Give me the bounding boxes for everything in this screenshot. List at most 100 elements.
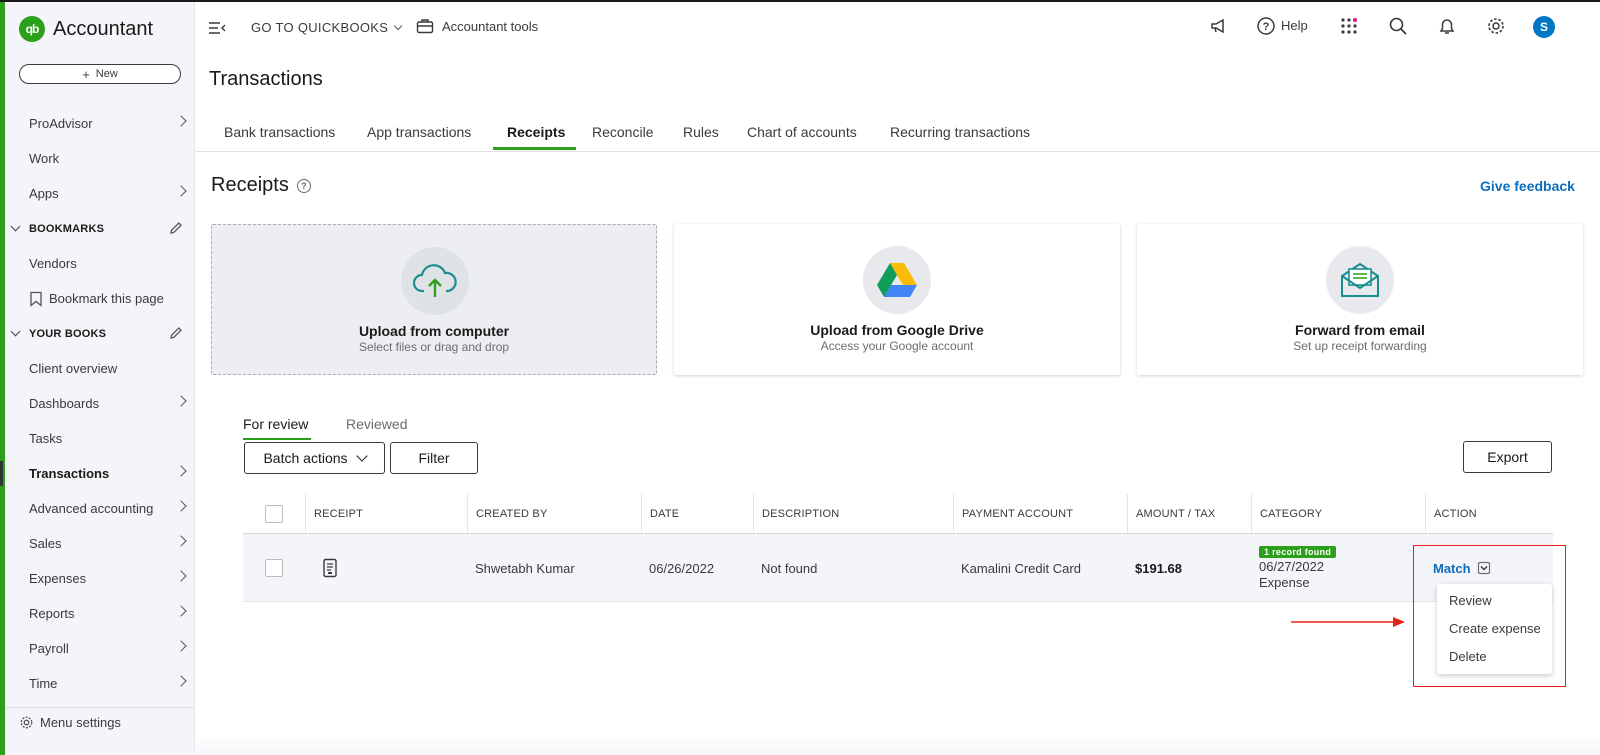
- chevron-right-icon: [175, 115, 187, 127]
- tab-for-review[interactable]: For review: [243, 416, 308, 432]
- give-feedback-link[interactable]: Give feedback: [1480, 178, 1575, 194]
- tab-bank-transactions[interactable]: Bank transactions: [224, 124, 335, 140]
- chevron-right-icon: [175, 465, 187, 477]
- receipts-title: Receipts ?: [211, 174, 311, 197]
- sidebar-item-vendors[interactable]: Vendors: [5, 246, 195, 281]
- bell-icon[interactable]: [1437, 16, 1457, 36]
- row-checkbox[interactable]: [265, 559, 283, 577]
- column-header-payment-account[interactable]: PAYMENT ACCOUNT: [953, 494, 1127, 534]
- your-books-section-header[interactable]: YOUR BOOKS: [5, 316, 195, 351]
- sidebar-item-work[interactable]: Work: [5, 141, 195, 176]
- select-all-checkbox[interactable]: [265, 505, 283, 523]
- chevron-down-icon: [10, 221, 21, 232]
- active-tab-indicator: [493, 147, 576, 150]
- date-cell: 06/26/2022: [649, 560, 715, 576]
- header-select-cell: [243, 494, 305, 534]
- sidebar-item-client-overview[interactable]: Client overview: [5, 351, 195, 386]
- table-row[interactable]: Shwetabh Kumar 06/26/2022 Not found Kama…: [243, 534, 1553, 602]
- sidebar-divider: [5, 707, 195, 708]
- chevron-right-icon: [175, 500, 187, 512]
- sidebar-item-sales[interactable]: Sales: [5, 526, 195, 561]
- sidebar-item-proadvisor[interactable]: ProAdvisor: [5, 106, 195, 141]
- sidebar-item-expenses[interactable]: Expenses: [5, 561, 195, 596]
- user-avatar[interactable]: S: [1533, 16, 1555, 38]
- tab-reviewed[interactable]: Reviewed: [346, 416, 407, 432]
- active-review-tab-indicator: [243, 438, 311, 440]
- sidebar: qb Accountant + New ProAdvisor Work Apps…: [0, 2, 195, 755]
- bookmark-this-page[interactable]: Bookmark this page: [5, 281, 195, 316]
- edit-pencil-icon[interactable]: [169, 221, 183, 235]
- tab-app-transactions[interactable]: App transactions: [367, 124, 471, 140]
- column-header-created-by[interactable]: CREATED BY: [467, 494, 641, 534]
- gear-icon: [20, 716, 33, 729]
- receipt-thumbnail-icon[interactable]: [322, 558, 338, 578]
- megaphone-icon[interactable]: [1209, 16, 1229, 36]
- collapse-menu-icon[interactable]: [208, 20, 228, 36]
- help-label[interactable]: Help: [1281, 18, 1308, 33]
- new-button-label: New: [95, 68, 118, 80]
- section-label: YOUR BOOKS: [29, 327, 107, 340]
- sidebar-item-payroll[interactable]: Payroll: [5, 631, 195, 666]
- card-title: Forward from email: [1295, 322, 1425, 338]
- sidebar-item-reports[interactable]: Reports: [5, 596, 195, 631]
- column-header-receipt[interactable]: RECEIPT: [305, 494, 467, 534]
- sidebar-item-apps[interactable]: Apps: [5, 176, 195, 211]
- receipts-table: RECEIPT CREATED BY DATE DESCRIPTION PAYM…: [243, 494, 1553, 602]
- description-cell: Not found: [761, 560, 818, 576]
- payment-account-cell: Kamalini Credit Card: [961, 560, 1081, 576]
- gear-icon[interactable]: [1486, 16, 1506, 36]
- sidebar-item-label: Time: [29, 676, 58, 691]
- filter-label: Filter: [418, 450, 450, 466]
- page-bottom-fade: [196, 735, 1600, 755]
- menu-settings-button[interactable]: Menu settings: [19, 715, 121, 730]
- sidebar-item-label: Reports: [29, 606, 75, 621]
- sidebar-item-advanced-accounting[interactable]: Advanced accounting: [5, 491, 195, 526]
- chevron-down-icon: [355, 449, 368, 462]
- apps-grid-icon[interactable]: [1339, 16, 1359, 36]
- annotation-arrow-icon: [1291, 617, 1405, 627]
- sidebar-item-transactions[interactable]: Transactions: [0, 456, 195, 491]
- tab-chart-of-accounts[interactable]: Chart of accounts: [747, 124, 857, 140]
- forward-from-email-card[interactable]: Forward from email Set up receipt forwar…: [1137, 224, 1583, 375]
- bookmarks-section-header[interactable]: BOOKMARKS: [5, 211, 195, 246]
- brand[interactable]: qb Accountant: [19, 16, 153, 42]
- column-header-category[interactable]: CATEGORY: [1251, 494, 1425, 534]
- batch-actions-dropdown[interactable]: Batch actions: [244, 442, 385, 474]
- card-title: Upload from Google Drive: [810, 322, 984, 338]
- brand-name: Accountant: [53, 17, 154, 40]
- google-drive-icon: [863, 246, 931, 314]
- new-button[interactable]: + New: [19, 64, 181, 84]
- sidebar-nav: ProAdvisor Work Apps BOOKMARKS Vendors B…: [0, 106, 195, 701]
- tab-receipts[interactable]: Receipts: [507, 124, 565, 140]
- sidebar-item-dashboards[interactable]: Dashboards: [5, 386, 195, 421]
- email-receipt-icon: [1326, 246, 1394, 314]
- sidebar-item-label: Client overview: [29, 361, 118, 376]
- tab-recurring-transactions[interactable]: Recurring transactions: [890, 124, 1030, 140]
- search-icon[interactable]: [1388, 16, 1408, 36]
- export-button[interactable]: Export: [1463, 441, 1552, 473]
- tab-rules[interactable]: Rules: [683, 124, 719, 140]
- sidebar-item-label: Bookmark this page: [49, 291, 164, 306]
- tab-reconcile[interactable]: Reconcile: [592, 124, 653, 140]
- sidebar-item-label: Payroll: [29, 641, 69, 656]
- table-header: RECEIPT CREATED BY DATE DESCRIPTION PAYM…: [243, 494, 1553, 534]
- sidebar-item-tasks[interactable]: Tasks: [5, 421, 195, 456]
- sidebar-item-time[interactable]: Time: [5, 666, 195, 701]
- sidebar-item-label: Work: [29, 151, 60, 166]
- edit-pencil-icon[interactable]: [169, 326, 183, 340]
- upload-from-google-drive-card[interactable]: Upload from Google Drive Access your Goo…: [674, 224, 1120, 375]
- filter-button[interactable]: Filter: [390, 442, 478, 474]
- card-subtitle: Set up receipt forwarding: [1293, 339, 1427, 353]
- upload-from-computer-card[interactable]: Upload from computer Select files or dra…: [211, 224, 657, 375]
- section-label: BOOKMARKS: [29, 222, 105, 235]
- column-header-description[interactable]: DESCRIPTION: [753, 494, 953, 534]
- receipts-title-text: Receipts: [211, 174, 289, 196]
- column-header-amount-tax[interactable]: AMOUNT / TAX: [1127, 494, 1251, 534]
- menu-settings-label: Menu settings: [40, 715, 121, 730]
- accountant-tools-button[interactable]: Accountant tools: [416, 18, 538, 34]
- column-header-date[interactable]: DATE: [641, 494, 753, 534]
- go-to-quickbooks-dropdown[interactable]: GO TO QUICKBOOKS: [251, 20, 403, 35]
- page-title: Transactions: [209, 68, 323, 90]
- help-question-icon[interactable]: ?: [296, 178, 311, 193]
- help-icon[interactable]: ?: [1256, 16, 1276, 36]
